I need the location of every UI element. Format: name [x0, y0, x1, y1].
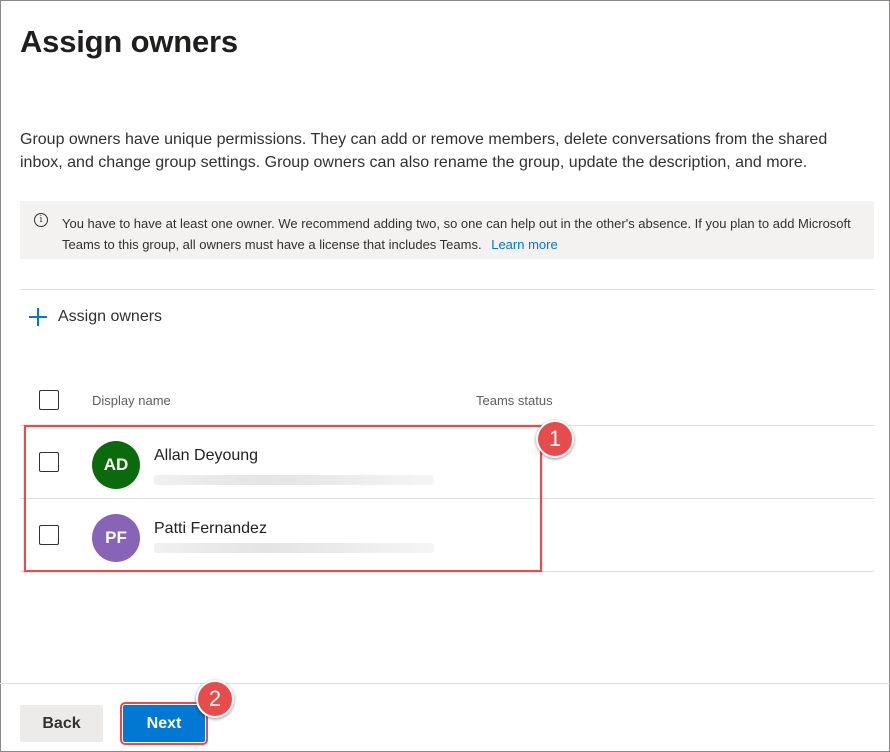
column-header-teams-status[interactable]: Teams status: [476, 393, 553, 408]
panel-frame: [0, 0, 890, 752]
info-icon: i: [34, 213, 48, 227]
info-message-bar: i You have to have at least one owner. W…: [20, 201, 874, 259]
info-message: You have to have at least one owner. We …: [62, 213, 862, 255]
info-message-text: You have to have at least one owner. We …: [62, 216, 851, 252]
select-all-checkbox[interactable]: [39, 390, 59, 410]
footer-divider: [0, 683, 890, 684]
back-button[interactable]: Back: [20, 705, 103, 742]
callout-marker-2: 2: [196, 680, 234, 718]
callout-marker-1: 1: [536, 420, 574, 458]
assign-owners-label: Assign owners: [58, 308, 163, 325]
page-description: Group owners have unique permissions. Th…: [20, 131, 828, 171]
assign-owners-button[interactable]: Assign owners: [28, 305, 162, 329]
next-button[interactable]: Next: [120, 702, 208, 745]
column-header-display-name[interactable]: Display name: [92, 393, 171, 408]
highlight-box-rows: [24, 425, 542, 572]
plus-icon: [28, 307, 48, 327]
learn-more-link[interactable]: Learn more: [491, 237, 557, 252]
page-title: Assign owners: [20, 24, 238, 59]
section-divider: [20, 289, 874, 290]
